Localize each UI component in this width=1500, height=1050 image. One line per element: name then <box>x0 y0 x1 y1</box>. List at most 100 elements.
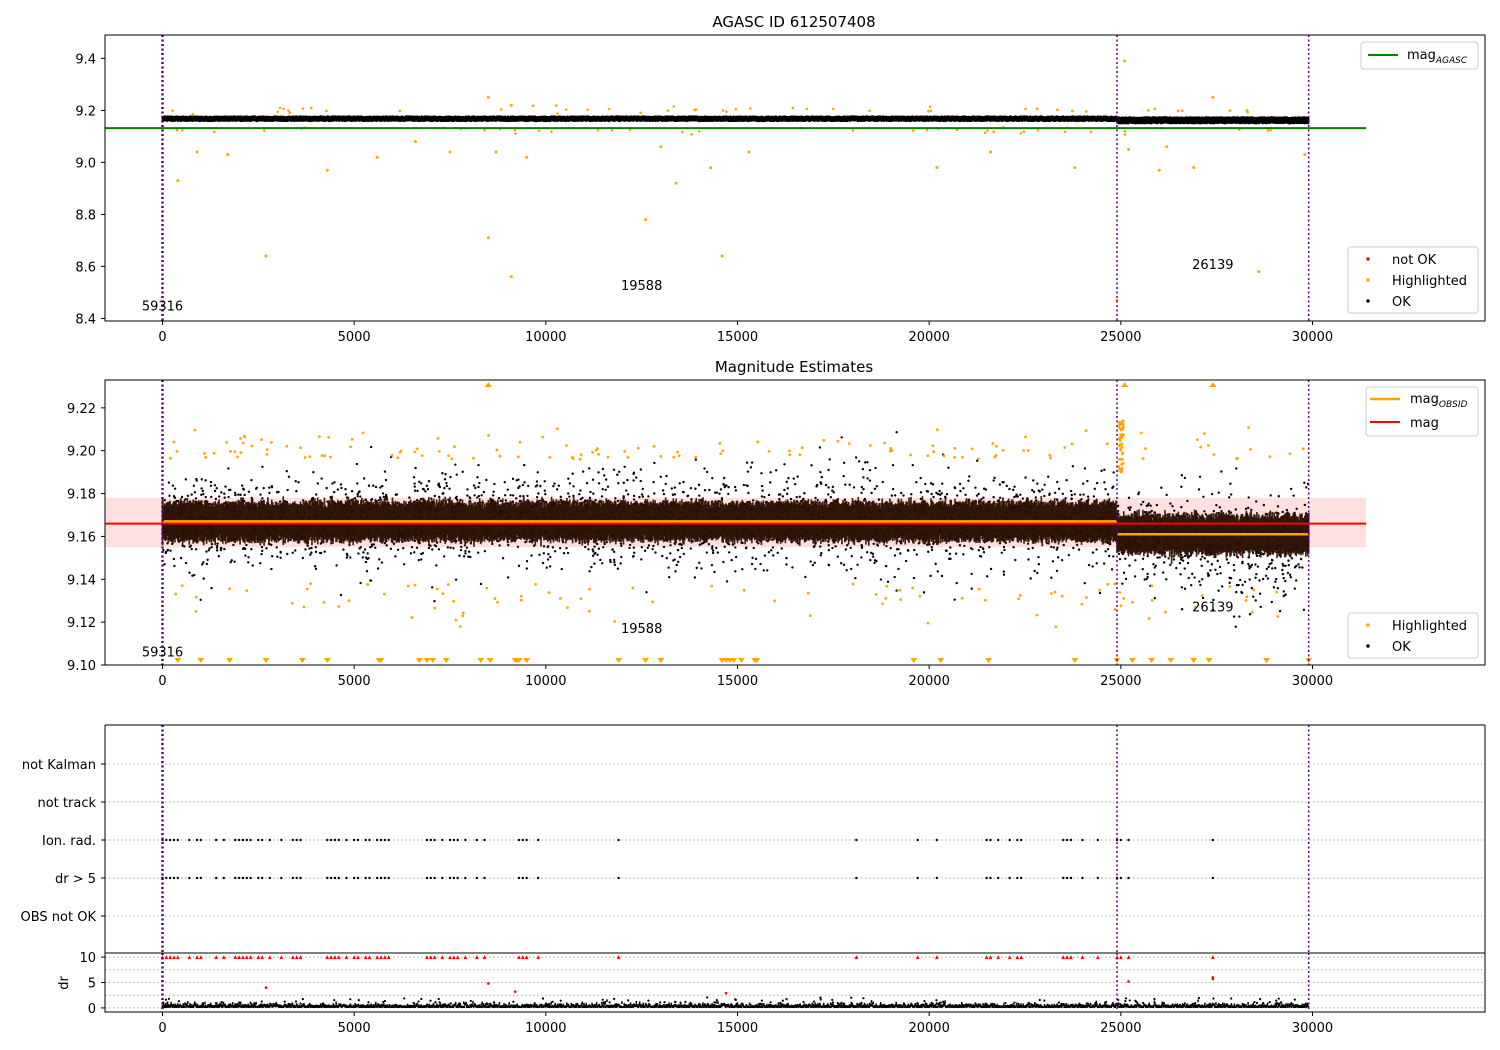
ok-point <box>674 570 677 573</box>
ok-point <box>820 552 823 555</box>
legend-lower: not OK Highlighted OK <box>1347 246 1479 314</box>
highlighted-point <box>1127 147 1130 151</box>
ok-point <box>446 546 450 549</box>
ok-point <box>167 481 171 484</box>
ok-point <box>809 560 812 563</box>
ok-point <box>194 497 198 500</box>
ok-point <box>210 586 213 590</box>
ok-point <box>639 479 642 483</box>
highlighted-point <box>195 150 199 154</box>
highlighted-point <box>925 128 929 132</box>
ok-point <box>1241 583 1244 587</box>
ok-point <box>591 554 595 558</box>
ok-point <box>1180 608 1184 611</box>
ok-point <box>1104 488 1107 491</box>
ok-point <box>1198 580 1201 583</box>
ok-point <box>493 482 496 486</box>
ok-point <box>722 560 725 564</box>
ok-point <box>713 570 716 574</box>
highlighted-point <box>1157 168 1161 172</box>
ok-point <box>193 491 197 494</box>
ok-point <box>591 478 595 481</box>
ok-point <box>474 486 477 490</box>
ok-point <box>958 482 962 486</box>
ok-point <box>871 552 875 556</box>
ok-point <box>682 552 685 556</box>
highlighted-point <box>1192 166 1196 170</box>
ok-point <box>640 545 644 549</box>
ok-point <box>785 563 788 566</box>
ok-point <box>1110 568 1114 571</box>
ok-point <box>1218 506 1221 509</box>
ok-point <box>482 490 486 494</box>
ok-point <box>237 493 240 496</box>
ok-point <box>1297 563 1300 566</box>
ok-point <box>193 573 196 577</box>
ok-point <box>700 567 703 570</box>
ok-point <box>202 492 205 496</box>
ok-point <box>223 496 226 499</box>
ok-point <box>767 493 771 497</box>
ok-point <box>811 563 815 567</box>
ok-point <box>420 552 423 556</box>
ok-point <box>751 499 755 502</box>
ok-point <box>578 493 581 496</box>
ok-point <box>1112 471 1115 474</box>
ok-point <box>476 551 480 554</box>
ok-point <box>769 471 772 474</box>
ok-point <box>844 548 848 551</box>
ok-point <box>1127 506 1130 509</box>
ok-point <box>210 546 213 549</box>
ok-point <box>1086 479 1089 483</box>
ok-point <box>929 574 932 578</box>
ok-point <box>726 542 730 545</box>
ok-point <box>179 556 183 560</box>
ok-point <box>240 484 244 487</box>
ok-point <box>970 572 973 576</box>
ok-point <box>552 485 555 488</box>
ok-point <box>816 498 819 502</box>
ok-point <box>840 562 843 565</box>
ok-point <box>472 484 476 487</box>
ok-point <box>1200 564 1203 568</box>
ok-point <box>1083 467 1087 470</box>
ok-point <box>865 550 869 554</box>
ok-point <box>812 545 816 549</box>
ok-point <box>641 487 644 491</box>
ok-point <box>448 487 451 490</box>
ok-point <box>925 489 929 493</box>
ok-point <box>547 545 550 548</box>
ok-point <box>173 487 177 490</box>
ok-point <box>1247 562 1250 566</box>
ok-point <box>1183 567 1186 570</box>
ok-point <box>205 550 208 553</box>
ok-point <box>711 545 714 548</box>
ok-point <box>827 543 830 547</box>
ok-point <box>1021 497 1025 500</box>
ok-point <box>873 487 877 491</box>
ok-point <box>682 480 685 484</box>
ok-point <box>1033 569 1036 573</box>
highlighted-point <box>672 105 676 108</box>
ok-point <box>579 489 582 492</box>
ok-point <box>862 476 865 479</box>
ok-point <box>467 555 470 558</box>
ok-point <box>396 548 400 551</box>
ok-point <box>1107 554 1111 558</box>
ok-point <box>703 467 706 470</box>
ok-point <box>746 470 750 473</box>
ok-point <box>419 497 423 501</box>
ok-point <box>777 493 781 496</box>
ok-point <box>619 542 623 545</box>
ok-point <box>1050 576 1053 579</box>
ok-point <box>836 498 840 501</box>
ok-point <box>1276 586 1280 590</box>
ok-point <box>593 552 596 556</box>
ok-point <box>1065 479 1068 482</box>
ok-point <box>1255 572 1258 576</box>
highlighted-point <box>537 129 541 133</box>
ok-point <box>279 550 282 554</box>
ok-point <box>259 562 262 565</box>
ok-point <box>1155 503 1159 507</box>
ok-point <box>664 482 667 486</box>
